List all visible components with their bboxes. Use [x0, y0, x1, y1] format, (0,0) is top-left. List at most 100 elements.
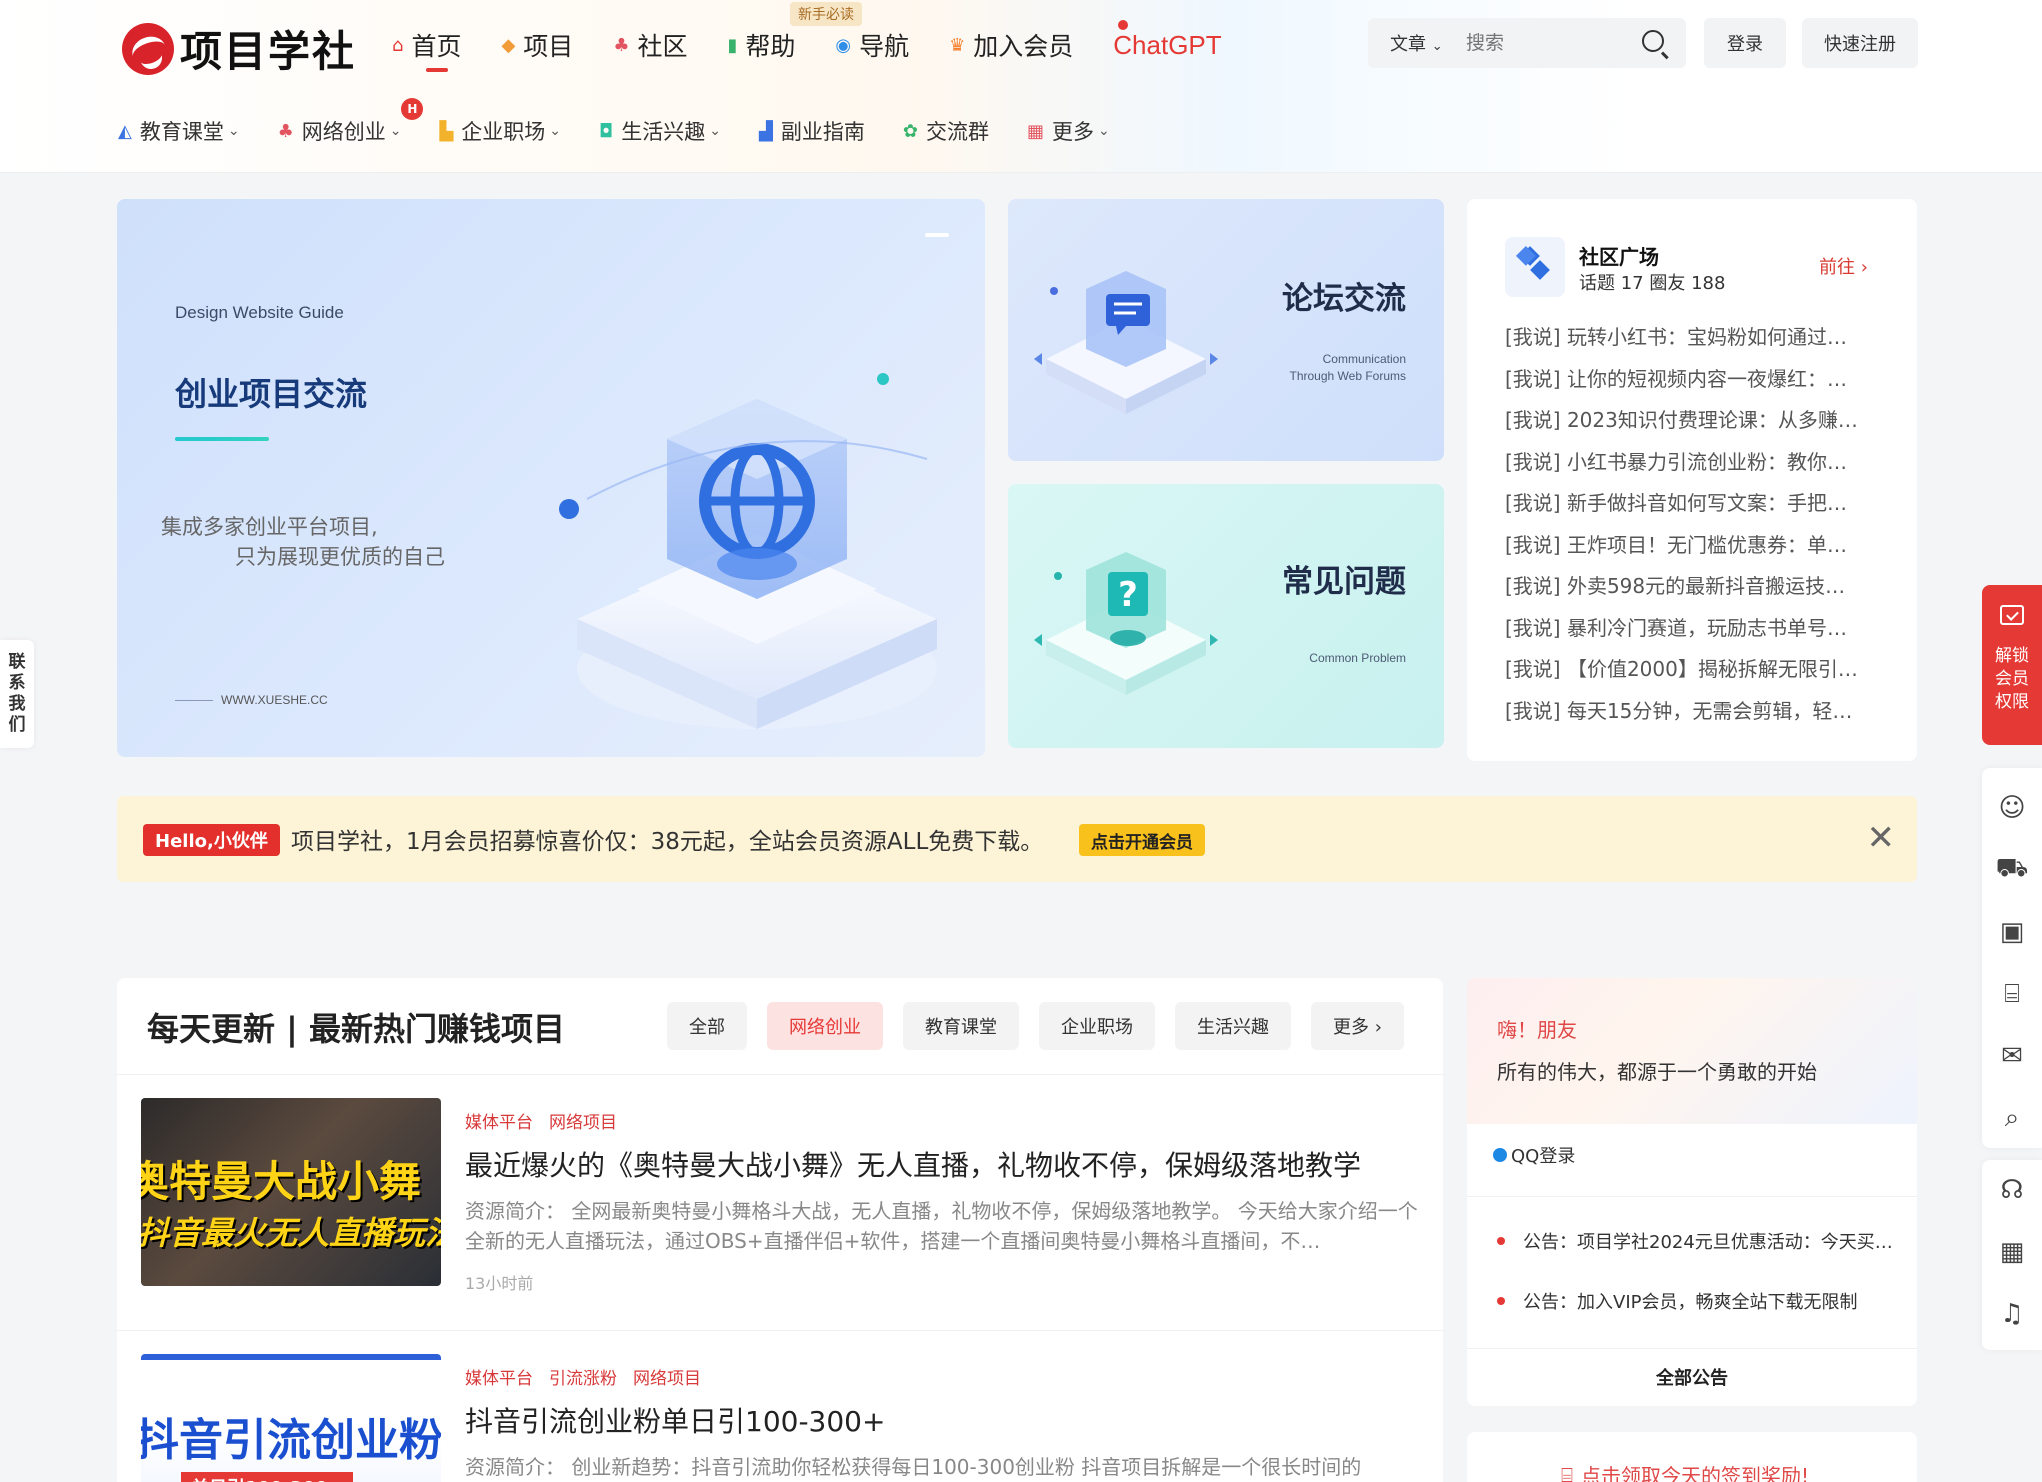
- forum-chat-illustration: [1034, 271, 1218, 414]
- thumbnail-subtext: 抖音最火无人直播玩法: [141, 1214, 441, 1252]
- community-topic-item[interactable]: [我说] 新手做抖音如何写文案：手把…: [1505, 483, 1885, 525]
- post-tag[interactable]: 网络项目: [633, 1364, 701, 1389]
- category-item-3[interactable]: ◘ 生活兴趣 ⌄: [599, 116, 721, 146]
- thumbnail-subtext: 单日引100-300+: [181, 1472, 353, 1482]
- category-icon: ◘: [599, 120, 614, 142]
- user-icon[interactable]: ☺: [1982, 778, 2042, 838]
- section-divider: [117, 1074, 1443, 1075]
- post-title[interactable]: 抖音引流创业粉单日引100-300+: [465, 1400, 885, 1440]
- chevron-down-icon: ⌄: [227, 123, 240, 139]
- faq-card[interactable]: ? 常见问题 Common Problem: [1008, 484, 1444, 748]
- tab-0[interactable]: 全部: [667, 1002, 747, 1050]
- post-tag[interactable]: 引流涨粉: [549, 1364, 617, 1389]
- community-cube-icon: [1505, 237, 1565, 297]
- book-icon: ▮: [727, 34, 738, 56]
- category-label: 交流群: [925, 120, 989, 144]
- vip-side-text: 会员: [1995, 669, 2029, 689]
- faq-card-title: 常见问题: [1282, 564, 1406, 600]
- post-tag[interactable]: 媒体平台: [465, 1108, 533, 1133]
- hot-badge: H: [401, 98, 424, 120]
- thumbnail-text: 抖音引流创业粉: [141, 1415, 441, 1466]
- nav-item-2[interactable]: ♣ 社区: [613, 22, 687, 68]
- search-icon[interactable]: [1642, 30, 1664, 52]
- category-label: 生活兴趣: [621, 120, 706, 144]
- cart-icon[interactable]: ⛟: [1982, 840, 2042, 900]
- signin-reward-card[interactable]: ⌸ 点击领取今天的签到奖励!: [1467, 1432, 1917, 1482]
- nav-item-6[interactable]: ChatGPT: [1113, 22, 1221, 68]
- community-topic-item[interactable]: [我说] 【价值2000】揭秘拆解无限引…: [1505, 649, 1885, 691]
- post-tag[interactable]: 媒体平台: [465, 1364, 533, 1389]
- gift-icon[interactable]: ⌸: [1982, 964, 2042, 1024]
- announcement-item[interactable]: 公告：项目学社2024元旦优惠活动：今天买…: [1497, 1228, 1893, 1254]
- post-tags: 媒体平台 引流涨粉 网络项目: [465, 1364, 717, 1389]
- search-input[interactable]: [1466, 32, 1636, 54]
- login-button[interactable]: 登录: [1704, 18, 1786, 68]
- contact-us-tab[interactable]: 联系我们: [0, 640, 34, 748]
- unlock-vip-button[interactable]: 解锁 会员 权限: [1982, 585, 2042, 745]
- all-announcements-link[interactable]: 全部公告: [1467, 1364, 1917, 1390]
- mail-icon[interactable]: ✉: [1982, 1026, 2042, 1086]
- bell-icon[interactable]: ♫: [1982, 1284, 2042, 1344]
- register-button[interactable]: 快速注册: [1802, 18, 1918, 68]
- category-item-6[interactable]: ▦ 更多 ⌄: [1027, 116, 1110, 146]
- community-topic-item[interactable]: [我说] 让你的短视频内容一夜爆红：…: [1505, 359, 1885, 401]
- community-topic-item[interactable]: [我说] 玩转小红书：宝妈粉如何通过…: [1505, 317, 1885, 359]
- community-topic-item[interactable]: [我说] 小红书暴力引流创业粉：教你…: [1505, 442, 1885, 484]
- category-tabs: 全部 网络创业 教育课堂 企业职场 生活兴趣 更多 ›: [667, 1002, 1424, 1050]
- greeting-subtitle: 所有的伟大，都源于一个勇敢的开始: [1497, 1060, 1817, 1084]
- signin-reward-link[interactable]: ⌸ 点击领取今天的签到奖励!: [1561, 1460, 1809, 1482]
- site-header: 项目学社 ⌂ 首页 ◆ 项目 ♣ 社区 ▮ 帮助 ◉ 导航 ♛ 加入会员 ChatGPT 新手必读 文章…: [0, 0, 2042, 173]
- headset-icon[interactable]: ☊: [1982, 1160, 2042, 1220]
- banner-indicator[interactable]: [925, 233, 949, 237]
- site-logo[interactable]: 项目学社: [122, 18, 356, 79]
- category-icon: ✿: [902, 120, 918, 142]
- forum-card[interactable]: 论坛交流 Communication Through Web Forums: [1008, 199, 1444, 461]
- diamond-icon: [2000, 605, 2024, 625]
- hero-banner[interactable]: Design Website Guide 创业项目交流 集成多家创业平台项目, …: [117, 199, 985, 757]
- qq-login-button[interactable]: QQ登录: [1493, 1142, 1575, 1168]
- tab-1[interactable]: 网络创业: [767, 1002, 883, 1050]
- category-item-5[interactable]: ✿ 交流群: [903, 116, 989, 146]
- faq-question-illustration: ?: [1034, 552, 1218, 695]
- nav-item-0[interactable]: ⌂ 首页: [392, 22, 462, 72]
- category-item-0[interactable]: ◭ 教育课堂 ⌄: [118, 116, 240, 146]
- qrcode-icon[interactable]: ▦: [1982, 1222, 2042, 1282]
- nav-item-4[interactable]: ◉ 导航: [835, 22, 909, 68]
- post-tag[interactable]: 网络项目: [549, 1108, 617, 1133]
- ticket-icon[interactable]: ▣: [1982, 902, 2042, 962]
- tab-4[interactable]: 生活兴趣: [1175, 1002, 1291, 1050]
- contact-char: 我: [8, 694, 26, 714]
- community-topic-item[interactable]: [我说] 每天15分钟，无需会剪辑，轻…: [1505, 691, 1885, 733]
- nav-item-3[interactable]: ▮ 帮助: [727, 22, 795, 68]
- community-topic-item[interactable]: [我说] 暴利冷门赛道，玩励志书单号…: [1505, 608, 1885, 650]
- nav-item-5[interactable]: ♛ 加入会员: [949, 22, 1073, 68]
- tab-5[interactable]: 更多 ›: [1311, 1002, 1404, 1050]
- nav-item-1[interactable]: ◆ 项目: [501, 22, 573, 68]
- category-item-2[interactable]: ▙ 企业职场 ⌄: [439, 116, 561, 146]
- community-go-link[interactable]: 前往 ›: [1819, 253, 1868, 279]
- nav-label: 加入会员: [973, 32, 1074, 61]
- community-topic-item[interactable]: [我说] 2023知识付费理论课：从多赚…: [1505, 400, 1885, 442]
- banner-title: 创业项目交流: [175, 375, 368, 413]
- announcement-item[interactable]: 公告：加入VIP会员，畅爽全站下载无限制: [1497, 1288, 1857, 1314]
- post-thumbnail[interactable]: 奥特曼大战小舞 抖音最火无人直播玩法: [141, 1098, 441, 1286]
- nav-label: 首页: [411, 32, 462, 61]
- category-item-1[interactable]: ♣ 网络创业 ⌄ H: [277, 98, 424, 146]
- category-icon: ♣: [277, 120, 294, 142]
- forum-card-subtitle: Communication Through Web Forums: [1289, 352, 1407, 383]
- community-topic-item[interactable]: [我说] 外卖598元的最新抖音搬运技…: [1505, 566, 1885, 608]
- category-item-4[interactable]: ▟ 副业指南: [759, 116, 865, 146]
- open-membership-button[interactable]: 点击开通会员: [1079, 824, 1205, 856]
- post-title[interactable]: 最近爆火的《奥特曼大战小舞》无人直播，礼物收不停，保姆级落地教学: [465, 1144, 1361, 1184]
- tab-3[interactable]: 企业职场: [1039, 1002, 1155, 1050]
- search-type-select[interactable]: 文章 ⌄: [1368, 30, 1466, 56]
- post-thumbnail[interactable]: 抖音引流创业粉 单日引100-300+: [141, 1354, 441, 1482]
- tab-2[interactable]: 教育课堂: [903, 1002, 1019, 1050]
- category-icon: ▦: [1026, 120, 1044, 142]
- category-label: 企业职场: [461, 120, 546, 144]
- close-icon[interactable]: ✕: [1867, 818, 1896, 858]
- search-icon[interactable]: ⌕: [1982, 1088, 2042, 1148]
- community-topic-item[interactable]: [我说] 王炸项目！无门槛优惠券：单…: [1505, 525, 1885, 567]
- side-toolbar-secondary: ☊ ▦ ♫: [1982, 1160, 2042, 1350]
- hot-projects-section: 每天更新 | 最新热门赚钱项目 全部 网络创业 教育课堂 企业职场 生活兴趣 更多 › 奥…: [117, 978, 1443, 1482]
